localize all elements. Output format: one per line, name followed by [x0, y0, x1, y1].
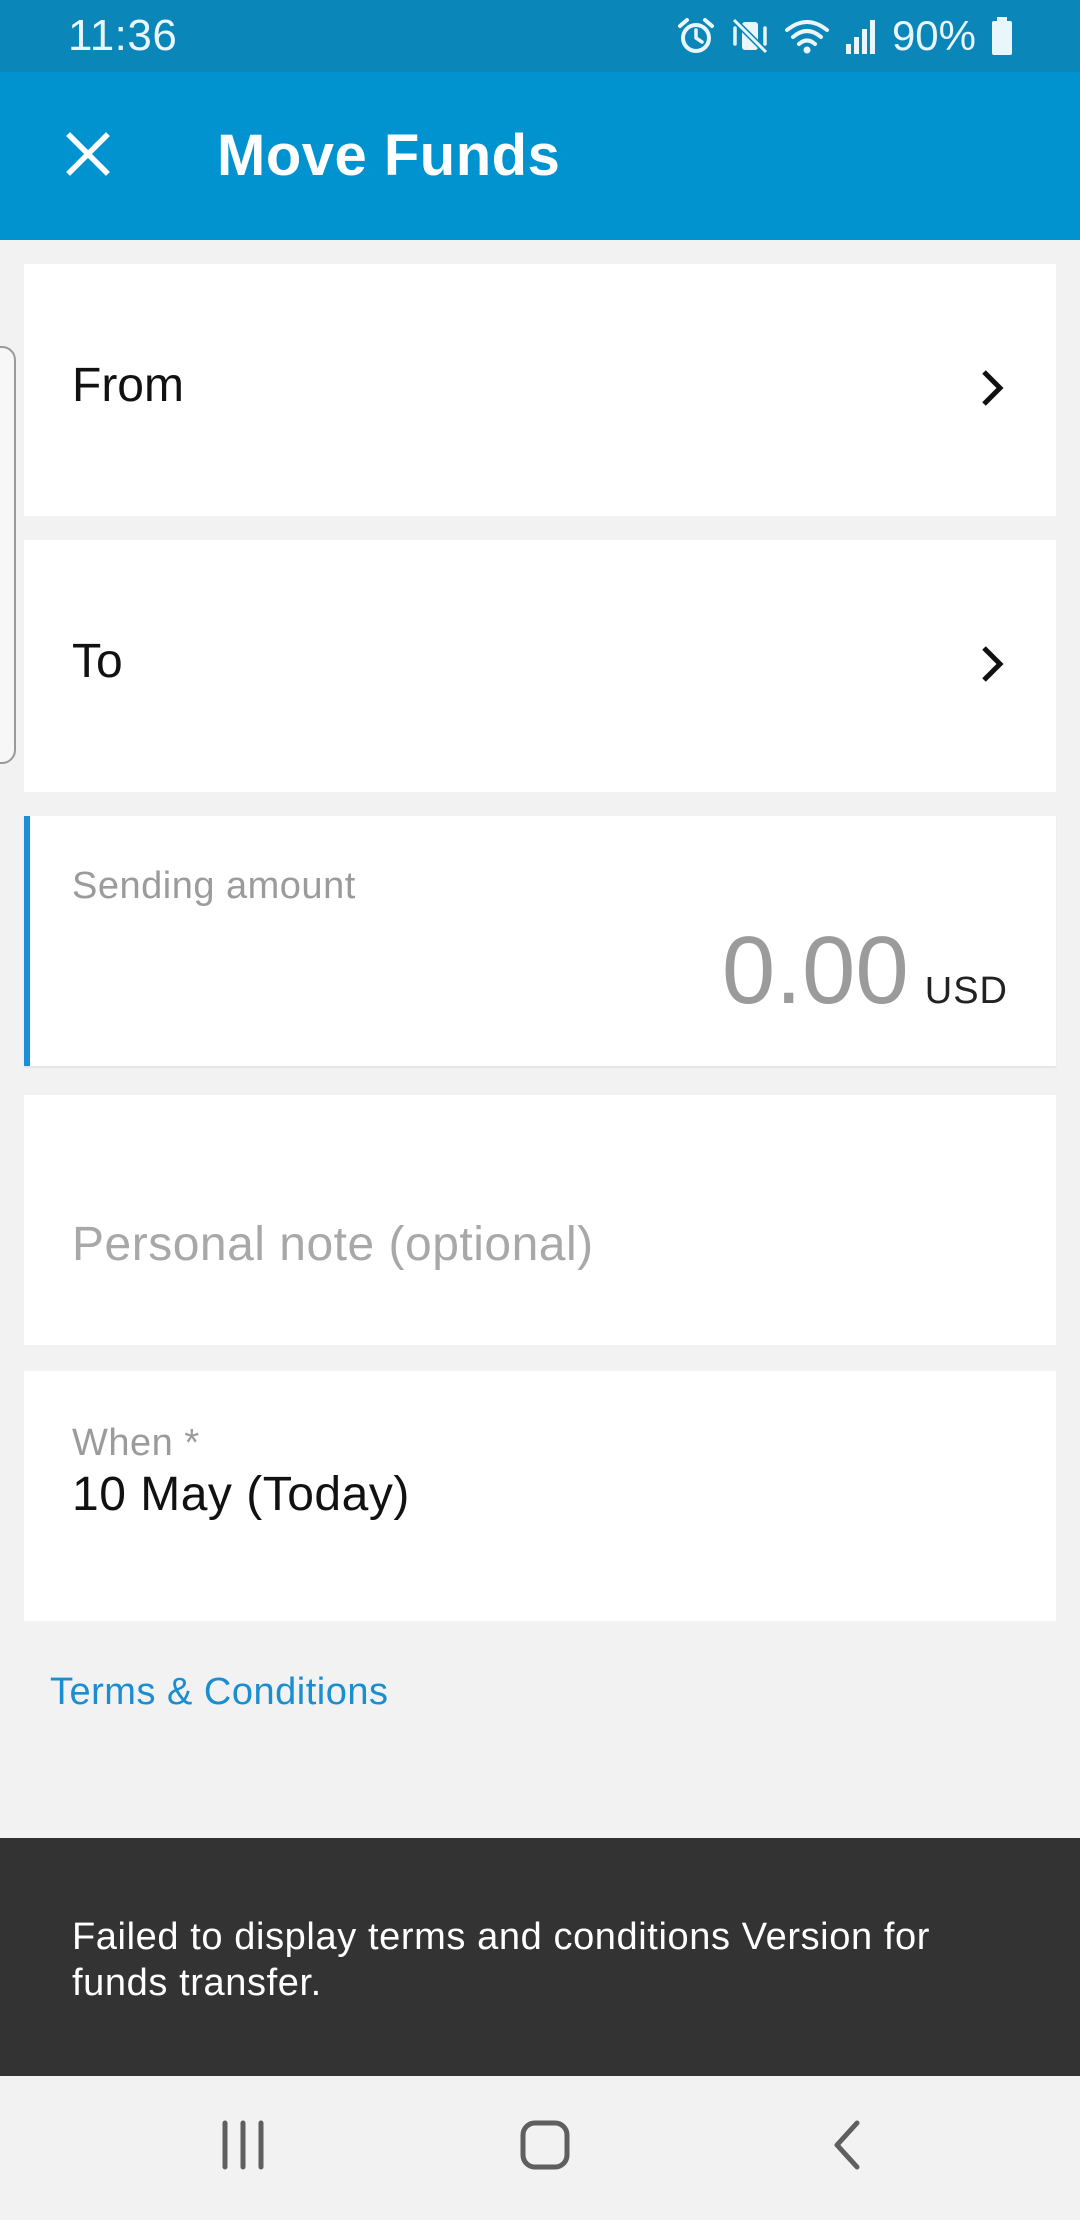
status-icons: 90% [676, 14, 1014, 58]
from-label: From [72, 359, 184, 412]
snackbar-message: Failed to display terms and conditions V… [72, 1916, 930, 2004]
home-icon [519, 2119, 571, 2176]
sending-amount-field[interactable]: Sending amount 0.00 USD [24, 816, 1056, 1066]
page-title: Move Funds [217, 123, 561, 188]
close-button[interactable] [44, 112, 132, 200]
to-account-selector[interactable]: To [24, 540, 1056, 792]
personal-note-field[interactable]: Personal note (optional) [24, 1095, 1056, 1345]
edge-panel-handle[interactable] [0, 346, 16, 764]
personal-note-placeholder: Personal note (optional) [72, 1218, 594, 1271]
status-bar: 11:36 90% [0, 0, 1080, 72]
sending-amount-label: Sending amount [72, 865, 356, 907]
status-time: 11:36 [68, 11, 178, 60]
chevron-right-icon [972, 368, 1012, 408]
recents-button[interactable] [198, 2112, 288, 2182]
back-icon [829, 2119, 865, 2176]
alarm-icon [676, 16, 716, 56]
battery-icon [990, 16, 1014, 56]
recents-icon [218, 2119, 268, 2176]
amount-value-group: 0.00 USD [722, 916, 1008, 1026]
app-bar: Move Funds [0, 72, 1080, 240]
when-value: 10 May (Today) [72, 1468, 410, 1521]
when-date-selector[interactable]: When * 10 May (Today) [24, 1371, 1056, 1621]
to-label: To [72, 635, 123, 688]
chevron-right-icon [972, 644, 1012, 684]
mute-vibrate-icon [730, 16, 770, 56]
when-label: When * [72, 1422, 200, 1464]
from-account-selector[interactable]: From [24, 264, 1056, 516]
system-nav-bar [0, 2076, 1080, 2220]
close-icon [64, 130, 112, 183]
terms-and-conditions-link[interactable]: Terms & Conditions [50, 1670, 388, 1714]
currency-label: USD [924, 970, 1008, 1012]
signal-icon [844, 16, 878, 56]
battery-percent: 90% [891, 12, 976, 59]
error-snackbar: Failed to display terms and conditions V… [0, 1838, 1080, 2076]
home-button[interactable] [500, 2112, 590, 2182]
wifi-icon [784, 16, 830, 56]
amount-input[interactable]: 0.00 [722, 916, 909, 1026]
back-button[interactable] [802, 2112, 892, 2182]
